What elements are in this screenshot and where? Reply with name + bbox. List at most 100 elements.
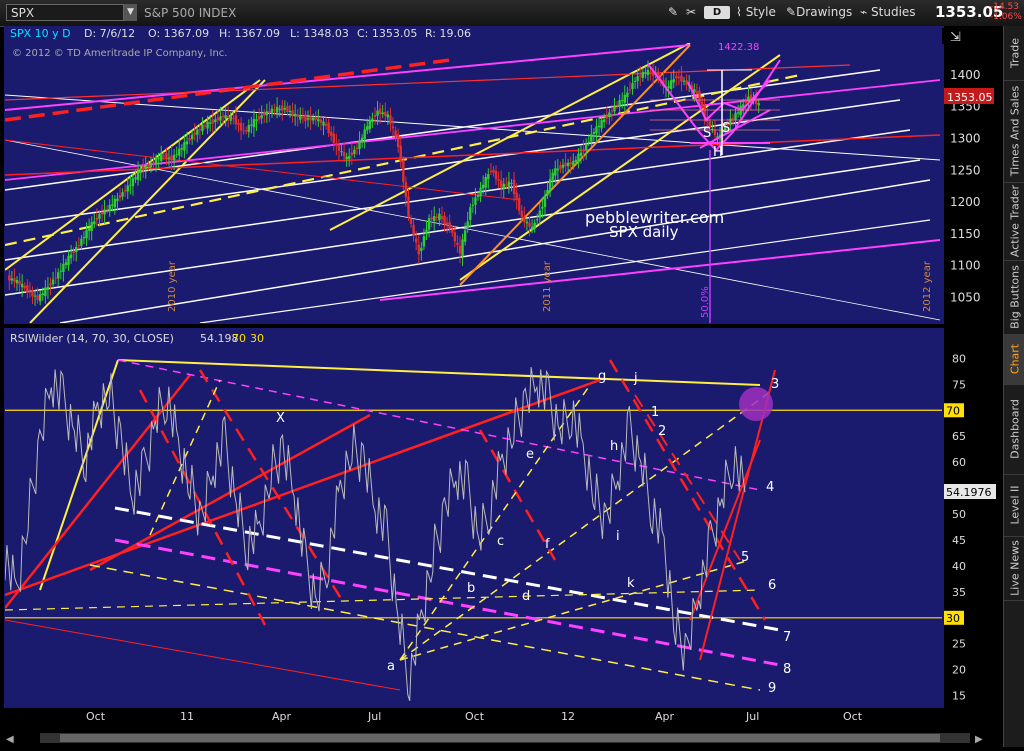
sidebar-tab-big-buttons[interactable]: Big Buttons xyxy=(1004,260,1024,335)
candle-body xyxy=(306,118,310,120)
candle-body xyxy=(543,195,547,207)
candle-body xyxy=(559,165,562,170)
x-tick-label: Jul xyxy=(745,710,759,723)
candle-body xyxy=(628,89,632,91)
candle-body xyxy=(355,147,359,150)
x-tick-label: Apr xyxy=(272,710,292,723)
rsi-tick-label: 65 xyxy=(952,430,966,443)
sidebar-tab-live-news[interactable]: Live News xyxy=(1004,536,1024,601)
chart-svg: ⇲ S S H 1422.38 pebblewriter.com SPX dai… xyxy=(0,26,1003,747)
candle-body xyxy=(695,91,699,94)
sidebar-tab-level-ii[interactable]: Level II xyxy=(1004,474,1024,537)
ohlc-range: R: 19.06 xyxy=(425,27,471,40)
price-tick-label: 1400 xyxy=(950,68,981,82)
candle-body xyxy=(677,76,681,78)
candle-body xyxy=(54,277,57,279)
candle-body xyxy=(407,196,410,218)
scrollbar-thumb[interactable] xyxy=(60,734,940,742)
style-button[interactable]: ⌇ Style xyxy=(736,4,776,21)
candle-body xyxy=(736,112,740,114)
rsi-tick-label: 45 xyxy=(952,534,966,547)
symbol-input[interactable]: SPX xyxy=(6,4,124,21)
candle-body xyxy=(59,270,62,272)
sidebar-tab-trade[interactable]: Trade xyxy=(1004,26,1024,81)
maximize-icon[interactable]: ⇲ xyxy=(950,30,961,45)
studies-button[interactable]: ⌁ Studies xyxy=(860,4,916,21)
candle-body xyxy=(335,143,338,146)
candle-body xyxy=(314,117,317,120)
x-tick-label: 11 xyxy=(180,710,194,723)
candle-body xyxy=(304,114,307,121)
candle-body xyxy=(201,124,204,132)
candle-body xyxy=(546,189,549,196)
wave-label: 2 xyxy=(658,424,666,439)
wrench-icon[interactable]: ✂ xyxy=(686,4,696,21)
wave-label: k xyxy=(627,576,635,591)
candle-body xyxy=(621,100,624,102)
candle-body xyxy=(265,111,269,116)
sidebar-tab-chart[interactable]: Chart xyxy=(1004,334,1024,385)
rsi-oversold: 30 xyxy=(250,332,264,345)
wave-label: X xyxy=(276,411,285,426)
candle-body xyxy=(108,204,111,212)
candle-body xyxy=(507,181,511,188)
price-tick-label: 1100 xyxy=(950,259,981,273)
head-label: H xyxy=(713,145,723,160)
rsi-tick-label: 35 xyxy=(952,586,966,599)
candle-body xyxy=(319,119,323,123)
candle-body xyxy=(389,115,392,124)
chart-area[interactable]: ⇲ S S H 1422.38 pebblewriter.com SPX dai… xyxy=(0,26,1003,747)
candle-body xyxy=(214,119,217,123)
candle-body xyxy=(44,287,47,297)
candle-body xyxy=(417,244,420,255)
channel-label: 4 xyxy=(766,480,774,495)
candle-body xyxy=(474,197,477,205)
candle-body xyxy=(489,170,493,172)
pencil-icon: ✎ xyxy=(786,5,797,19)
shoulder-label-right: S xyxy=(722,121,730,136)
channel-label: 7 xyxy=(783,630,791,645)
candle-body xyxy=(572,160,575,166)
drawings-button[interactable]: ✎Drawings xyxy=(786,4,852,21)
candle-body xyxy=(731,118,735,120)
fib-label-50: 50.0% xyxy=(700,286,711,318)
rsi-level-label: 30 xyxy=(946,612,960,625)
sidebar-tab-times-and-sales[interactable]: Times And Sales xyxy=(1004,80,1024,183)
candle-body xyxy=(172,154,176,161)
candle-body xyxy=(384,111,387,117)
candle-body xyxy=(360,137,364,141)
candle-body xyxy=(505,184,508,186)
candle-body xyxy=(499,180,503,188)
candle-body xyxy=(196,129,199,135)
candle-body xyxy=(147,164,150,168)
candle-body xyxy=(427,218,431,230)
price-tick-label: 1200 xyxy=(950,195,981,209)
candle-body xyxy=(626,92,629,98)
sidebar-tab-dashboard[interactable]: Dashboard xyxy=(1004,384,1024,475)
aggregation-button[interactable]: D xyxy=(704,6,730,19)
candle-body xyxy=(178,148,181,156)
candle-body xyxy=(487,174,490,180)
candle-body xyxy=(100,212,104,215)
rsi-tick-label: 15 xyxy=(952,690,966,703)
candle-body xyxy=(682,80,686,82)
price-study-title: SPX 10 y D xyxy=(10,27,71,40)
candle-body xyxy=(332,133,335,144)
candle-body xyxy=(322,121,325,126)
tools-icon[interactable]: ✎ xyxy=(668,4,678,21)
x-tick-label: Oct xyxy=(86,710,106,723)
candle-body xyxy=(649,72,652,74)
candle-body xyxy=(445,222,449,225)
candle-body xyxy=(569,162,572,165)
symbol-dropdown-button[interactable]: ▼ xyxy=(124,4,137,21)
scroll-left-icon[interactable]: ◀ xyxy=(6,734,14,745)
candle-body xyxy=(69,254,73,259)
sidebar-tab-label: Dashboard xyxy=(1008,399,1021,459)
scroll-right-icon[interactable]: ▶ xyxy=(975,734,983,745)
ohlc-open: O: 1367.09 xyxy=(148,27,209,40)
candle-body xyxy=(51,279,55,285)
candle-body xyxy=(525,221,529,224)
rsi-tick-label: 25 xyxy=(952,638,966,651)
candle-body xyxy=(180,147,184,150)
sidebar-tab-active-trader[interactable]: Active Trader xyxy=(1004,182,1024,261)
